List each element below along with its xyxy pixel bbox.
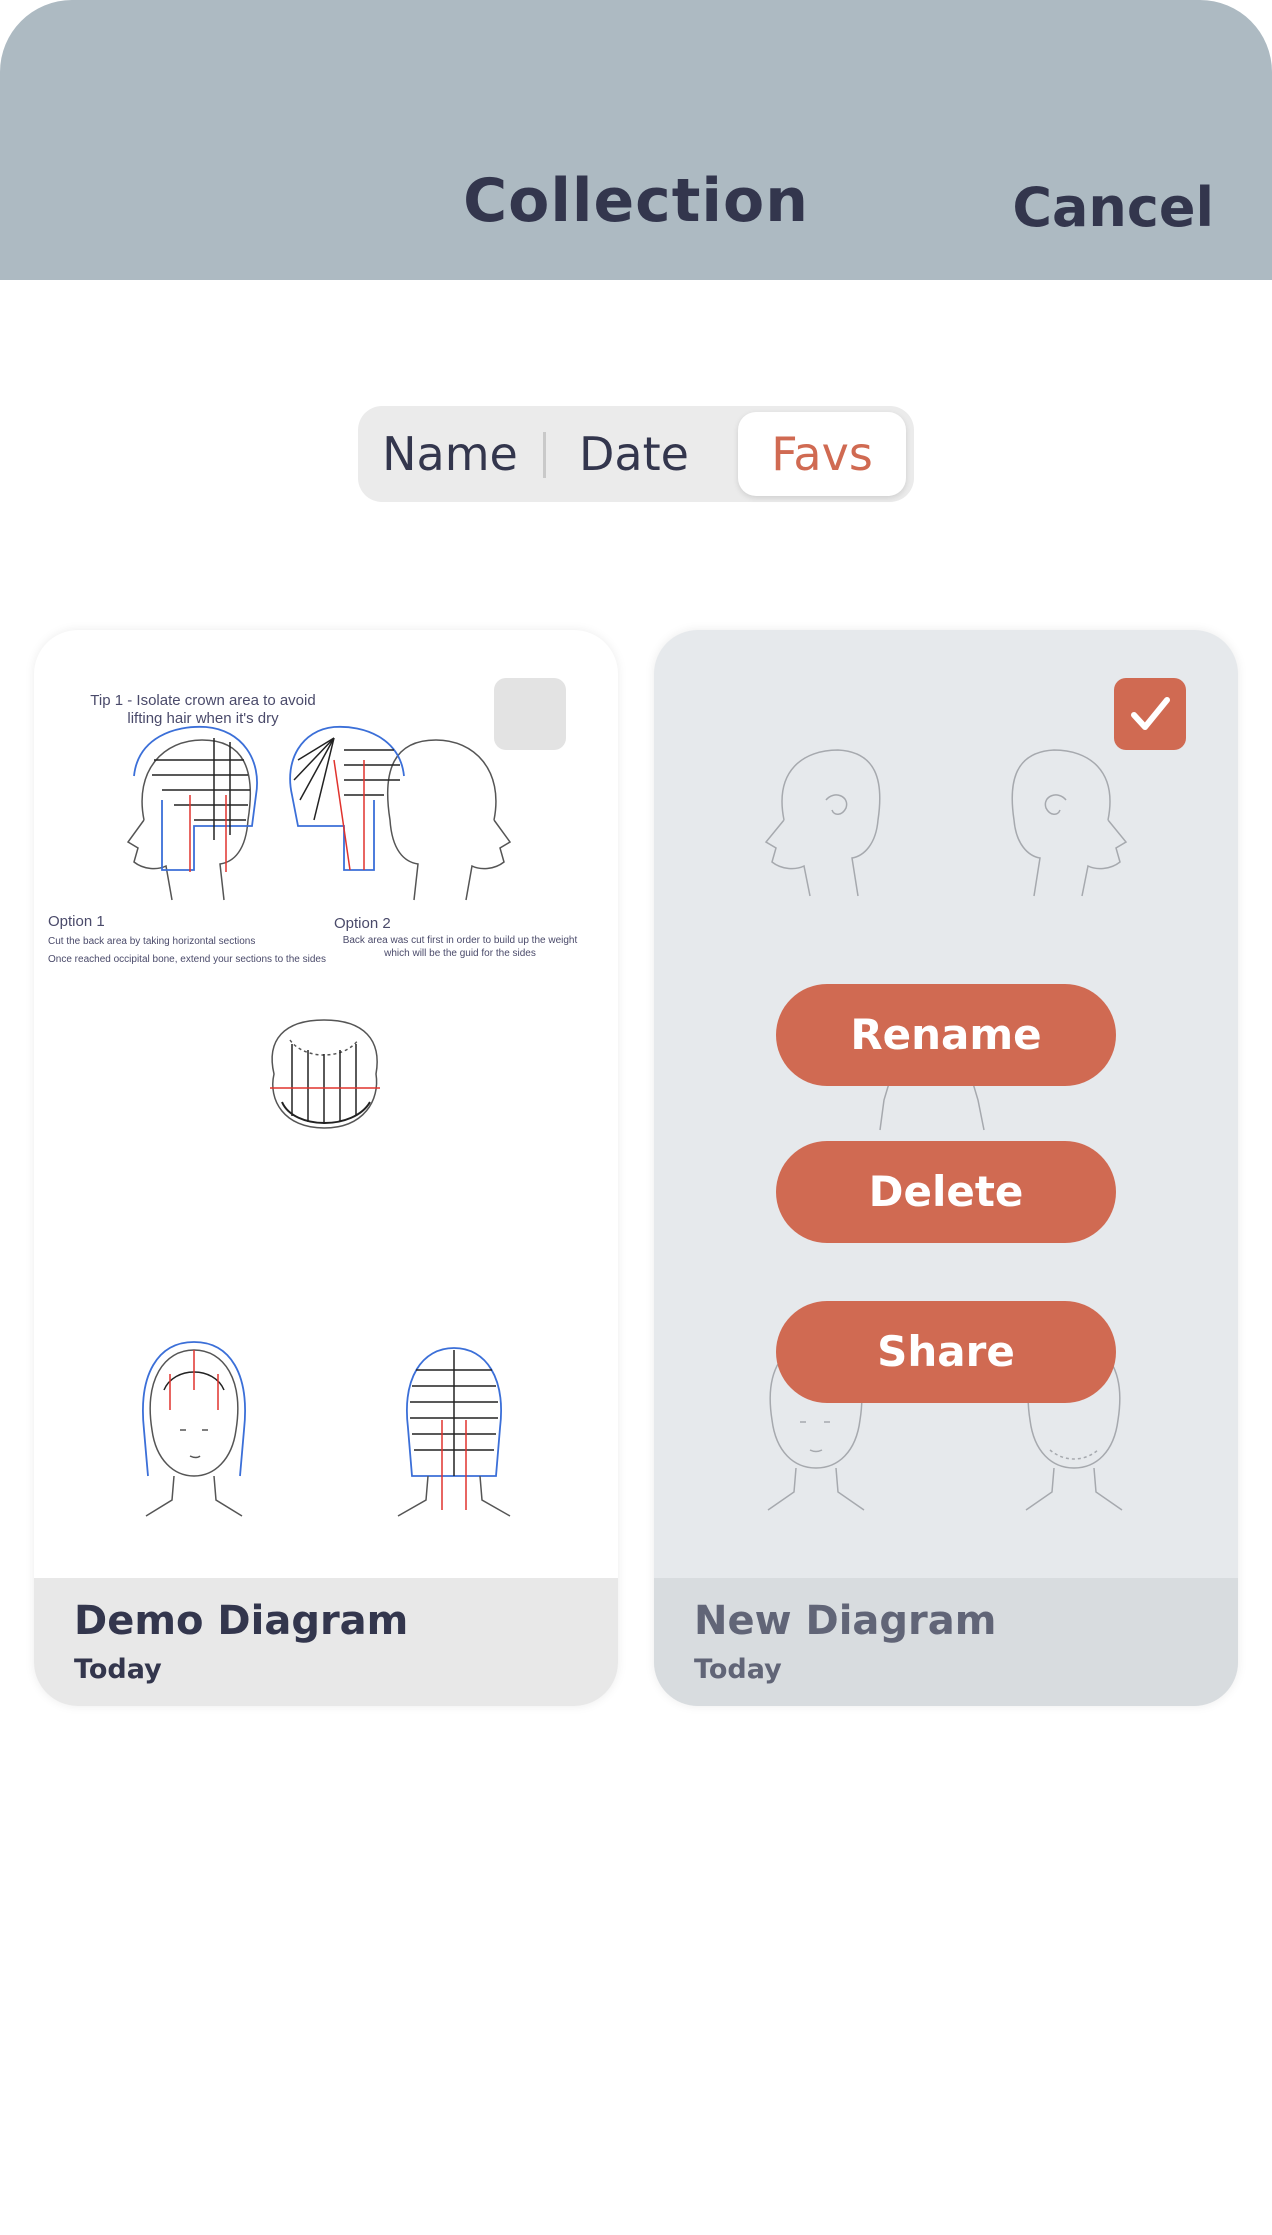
option1-line1: Cut the back area by taking horizontal s… <box>48 936 256 947</box>
sort-segmented-control: Name Date Favs <box>358 406 914 502</box>
neck-drawing <box>879 1079 985 1131</box>
delete-button[interactable]: Delete <box>776 1141 1116 1243</box>
select-checkbox[interactable] <box>1114 678 1186 750</box>
option1-title: Option 1 <box>48 913 105 930</box>
tip1-line2: lifting hair when it's dry <box>127 710 279 727</box>
diagram-card-new[interactable]: Rename Delete Share New Diagram Today <box>654 630 1238 1706</box>
diagram-card-demo[interactable]: Tip 1 - Isolate crown area to avoid lift… <box>34 630 618 1706</box>
share-button[interactable]: Share <box>776 1301 1116 1403</box>
sort-date-tab[interactable]: Date <box>548 412 720 496</box>
option2-title: Option 2 <box>334 915 391 932</box>
option2-line2: which will be the guid for the sides <box>384 948 536 959</box>
option2-line1: Back area was cut first in order to buil… <box>342 935 578 946</box>
collection-screen: Collection Cancel Name Date Favs Tip 1 -… <box>0 0 1272 2235</box>
card-title: New Diagram <box>694 1598 997 1644</box>
head-profile-left-drawing <box>126 725 258 901</box>
option1-line2: Once reached occipital bone, extend your… <box>48 954 326 965</box>
cancel-button[interactable]: Cancel <box>1012 176 1214 239</box>
card-date: Today <box>74 1654 162 1685</box>
diagram-thumbnail <box>764 749 1128 1511</box>
sort-name-tab[interactable]: Name <box>358 412 542 496</box>
head-profile-left-drawing <box>764 749 881 897</box>
segment-divider <box>543 432 546 478</box>
select-checkbox[interactable] <box>494 678 566 750</box>
head-back-view-drawing <box>397 1347 511 1517</box>
checkmark-icon <box>1131 697 1170 730</box>
rename-button[interactable]: Rename <box>776 984 1116 1086</box>
card-date: Today <box>694 1654 782 1685</box>
head-front-view-drawing <box>142 1341 246 1517</box>
header-bar: Collection Cancel <box>0 0 1272 280</box>
card-title: Demo Diagram <box>74 1598 409 1644</box>
diagram-thumbnail <box>126 725 512 1517</box>
tip1-line1: Tip 1 - Isolate crown area to avoid <box>90 692 316 709</box>
card-footer: Demo Diagram Today <box>34 1578 618 1706</box>
head-profile-right-drawing <box>1011 749 1128 897</box>
card-footer: New Diagram Today <box>654 1578 1238 1706</box>
sort-favs-tab[interactable]: Favs <box>738 412 906 496</box>
head-profile-right-drawing <box>289 725 512 901</box>
head-top-view-drawing <box>270 1019 380 1129</box>
